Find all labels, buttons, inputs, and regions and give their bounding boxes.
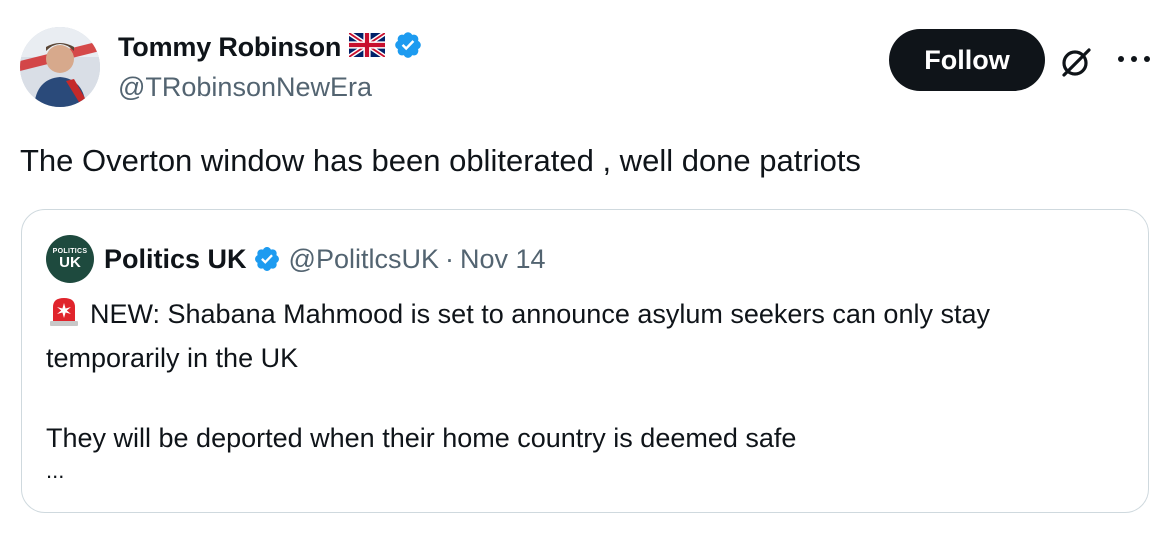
quoted-header: POLITICS UK Politics UK @PolitlcsUK · No…: [46, 235, 546, 283]
quoted-body: NEW: Shabana Mahmood is set to announce …: [46, 294, 1126, 484]
siren-icon: [46, 295, 82, 338]
quoted-blank-line: [46, 378, 1126, 418]
verified-badge-icon[interactable]: [393, 30, 423, 65]
more-options-icon[interactable]: [1112, 44, 1156, 74]
author-name-row: Tommy Robinson: [118, 30, 423, 65]
quoted-author-name[interactable]: Politics UK: [104, 244, 247, 275]
quoted-avatar[interactable]: POLITICS UK: [46, 235, 94, 283]
quoted-text-line-2: temporarily in the UK: [46, 343, 299, 373]
quoted-avatar-bottom-text: UK: [59, 254, 81, 271]
grok-icon[interactable]: [1058, 44, 1094, 80]
follow-button[interactable]: Follow: [889, 29, 1045, 91]
author-name[interactable]: Tommy Robinson: [118, 32, 341, 63]
tweet-text: The Overton window has been obliterated …: [20, 143, 861, 178]
quoted-date[interactable]: Nov 14: [460, 244, 546, 275]
quoted-line-1: NEW: Shabana Mahmood is set to announce …: [46, 294, 1126, 338]
quoted-text-line-3: They will be deported when their home co…: [46, 423, 797, 453]
quoted-verified-badge-icon: [253, 245, 281, 273]
quoted-separator: ·: [444, 243, 454, 274]
quoted-author-handle[interactable]: @PolitlcsUK: [289, 244, 439, 275]
quoted-ellipsis: ...: [46, 458, 65, 483]
quoted-text-line-1: NEW: Shabana Mahmood is set to announce …: [90, 299, 990, 329]
author-avatar[interactable]: [20, 27, 100, 107]
quoted-tweet-card[interactable]: POLITICS UK Politics UK @PolitlcsUK · No…: [21, 209, 1149, 513]
uk-flag-icon: [347, 31, 387, 62]
author-handle[interactable]: @TRobinsonNewEra: [118, 72, 372, 103]
